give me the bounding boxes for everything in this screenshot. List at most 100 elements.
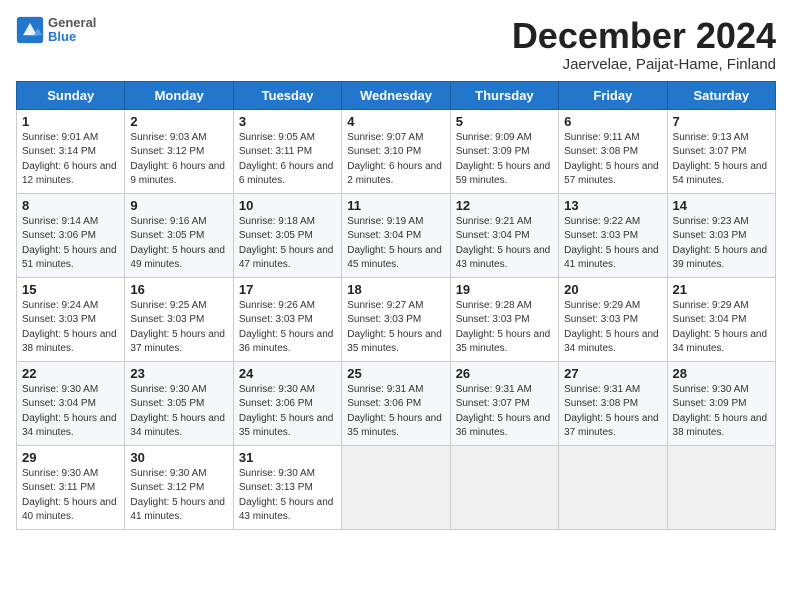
day-number: 19 [456, 282, 553, 297]
day-number: 10 [239, 198, 336, 213]
day-number: 28 [673, 366, 770, 381]
calendar-cell: 11Sunrise: 9:19 AMSunset: 3:04 PMDayligh… [342, 193, 450, 277]
week-row-3: 15 Sunrise: 9:24 AMSunset: 3:03 PMDayligh… [17, 277, 776, 361]
calendar-cell: 12Sunrise: 9:21 AMSunset: 3:04 PMDayligh… [450, 193, 558, 277]
day-info: Sunrise: 9:30 AMSunset: 3:11 PMDaylight:… [22, 467, 119, 525]
calendar-cell: 29 Sunrise: 9:30 AMSunset: 3:11 PMDayligh… [17, 445, 125, 529]
day-info: Sunrise: 9:24 AMSunset: 3:03 PMDaylight:… [22, 299, 119, 357]
week-row-4: 22Sunrise: 9:30 AMSunset: 3:04 PMDayligh… [17, 361, 776, 445]
day-info: Sunrise: 9:03 AMSunset: 3:12 PMDaylight:… [130, 131, 227, 189]
calendar-cell: 22Sunrise: 9:30 AMSunset: 3:04 PMDayligh… [17, 361, 125, 445]
calendar-cell: 7 Sunrise: 9:13 AMSunset: 3:07 PMDaylight… [667, 109, 775, 193]
day-info: Sunrise: 9:30 AMSunset: 3:13 PMDaylight:… [239, 467, 336, 525]
week-row-5: 29 Sunrise: 9:30 AMSunset: 3:11 PMDayligh… [17, 445, 776, 529]
day-info: Sunrise: 9:30 AMSunset: 3:06 PMDaylight:… [239, 383, 336, 441]
calendar-cell: 3 Sunrise: 9:05 AMSunset: 3:11 PMDaylight… [233, 109, 341, 193]
calendar-cell: 23 Sunrise: 9:30 AMSunset: 3:05 PMDayligh… [125, 361, 233, 445]
day-info: Sunrise: 9:30 AMSunset: 3:09 PMDaylight:… [673, 383, 770, 441]
calendar-cell [450, 445, 558, 529]
calendar-cell: 14 Sunrise: 9:23 AMSunset: 3:03 PMDayligh… [667, 193, 775, 277]
calendar-cell: 17Sunrise: 9:26 AMSunset: 3:03 PMDayligh… [233, 277, 341, 361]
day-number: 3 [239, 114, 336, 129]
day-header-tuesday: Tuesday [233, 81, 341, 109]
day-number: 24 [239, 366, 336, 381]
calendar-cell: 20 Sunrise: 9:29 AMSunset: 3:03 PMDayligh… [559, 277, 667, 361]
calendar-cell: 13 Sunrise: 9:22 AMSunset: 3:03 PMDayligh… [559, 193, 667, 277]
calendar-table: SundayMondayTuesdayWednesdayThursdayFrid… [16, 81, 776, 530]
calendar-cell: 16Sunrise: 9:25 AMSunset: 3:03 PMDayligh… [125, 277, 233, 361]
day-header-friday: Friday [559, 81, 667, 109]
page-header: General Blue December 2024 Jaervelae, Pa… [16, 16, 776, 73]
day-header-monday: Monday [125, 81, 233, 109]
day-info: Sunrise: 9:30 AMSunset: 3:05 PMDaylight:… [130, 383, 227, 441]
logo: General Blue [16, 16, 96, 45]
calendar-cell: 15 Sunrise: 9:24 AMSunset: 3:03 PMDayligh… [17, 277, 125, 361]
day-number: 25 [347, 366, 444, 381]
day-number: 29 [22, 450, 119, 465]
day-number: 6 [564, 114, 661, 129]
day-info: Sunrise: 9:16 AMSunset: 3:05 PMDaylight:… [130, 215, 227, 273]
day-info: Sunrise: 9:05 AMSunset: 3:11 PMDaylight:… [239, 131, 336, 189]
day-number: 15 [22, 282, 119, 297]
day-info: Sunrise: 9:27 AMSunset: 3:03 PMDaylight:… [347, 299, 444, 357]
day-number: 30 [130, 450, 227, 465]
day-number: 23 [130, 366, 227, 381]
day-number: 11 [347, 198, 444, 213]
day-info: Sunrise: 9:22 AMSunset: 3:03 PMDaylight:… [564, 215, 661, 273]
calendar-cell: 31 Sunrise: 9:30 AMSunset: 3:13 PMDayligh… [233, 445, 341, 529]
day-info: Sunrise: 9:07 AMSunset: 3:10 PMDaylight:… [347, 131, 444, 189]
calendar-cell: 2Sunrise: 9:03 AMSunset: 3:12 PMDaylight… [125, 109, 233, 193]
subtitle: Jaervelae, Paijat-Hame, Finland [512, 56, 776, 73]
calendar-cell: 19Sunrise: 9:28 AMSunset: 3:03 PMDayligh… [450, 277, 558, 361]
day-header-sunday: Sunday [17, 81, 125, 109]
day-number: 20 [564, 282, 661, 297]
calendar-cell: 18 Sunrise: 9:27 AMSunset: 3:03 PMDayligh… [342, 277, 450, 361]
days-header-row: SundayMondayTuesdayWednesdayThursdayFrid… [17, 81, 776, 109]
calendar-cell [667, 445, 775, 529]
day-number: 21 [673, 282, 770, 297]
title-block: December 2024 Jaervelae, Paijat-Hame, Fi… [512, 16, 776, 73]
calendar-cell: 26 Sunrise: 9:31 AMSunset: 3:07 PMDayligh… [450, 361, 558, 445]
day-number: 31 [239, 450, 336, 465]
day-info: Sunrise: 9:21 AMSunset: 3:04 PMDaylight:… [456, 215, 553, 273]
day-info: Sunrise: 9:11 AMSunset: 3:08 PMDaylight:… [564, 131, 661, 189]
calendar-cell: 9 Sunrise: 9:16 AMSunset: 3:05 PMDaylight… [125, 193, 233, 277]
day-number: 1 [22, 114, 119, 129]
day-info: Sunrise: 9:13 AMSunset: 3:07 PMDaylight:… [673, 131, 770, 189]
day-number: 18 [347, 282, 444, 297]
calendar-cell: 21Sunrise: 9:29 AMSunset: 3:04 PMDayligh… [667, 277, 775, 361]
day-info: Sunrise: 9:30 AMSunset: 3:12 PMDaylight:… [130, 467, 227, 525]
day-info: Sunrise: 9:01 AMSunset: 3:14 PMDaylight:… [22, 131, 119, 189]
day-header-thursday: Thursday [450, 81, 558, 109]
calendar-cell: 10 Sunrise: 9:18 AMSunset: 3:05 PMDayligh… [233, 193, 341, 277]
calendar-cell: 6 Sunrise: 9:11 AMSunset: 3:08 PMDaylight… [559, 109, 667, 193]
calendar-cell: 4 Sunrise: 9:07 AMSunset: 3:10 PMDaylight… [342, 109, 450, 193]
day-number: 9 [130, 198, 227, 213]
calendar-cell: 30 Sunrise: 9:30 AMSunset: 3:12 PMDayligh… [125, 445, 233, 529]
day-info: Sunrise: 9:29 AMSunset: 3:03 PMDaylight:… [564, 299, 661, 357]
day-header-wednesday: Wednesday [342, 81, 450, 109]
logo-blue: Blue [48, 30, 96, 44]
day-number: 26 [456, 366, 553, 381]
day-info: Sunrise: 9:14 AMSunset: 3:06 PMDaylight:… [22, 215, 119, 273]
day-number: 27 [564, 366, 661, 381]
day-info: Sunrise: 9:31 AMSunset: 3:07 PMDaylight:… [456, 383, 553, 441]
calendar-cell [342, 445, 450, 529]
main-title: December 2024 [512, 16, 776, 56]
day-info: Sunrise: 9:09 AMSunset: 3:09 PMDaylight:… [456, 131, 553, 189]
day-number: 8 [22, 198, 119, 213]
week-row-2: 8 Sunrise: 9:14 AMSunset: 3:06 PMDaylight… [17, 193, 776, 277]
day-number: 4 [347, 114, 444, 129]
day-info: Sunrise: 9:18 AMSunset: 3:05 PMDaylight:… [239, 215, 336, 273]
day-info: Sunrise: 9:31 AMSunset: 3:08 PMDaylight:… [564, 383, 661, 441]
day-info: Sunrise: 9:31 AMSunset: 3:06 PMDaylight:… [347, 383, 444, 441]
day-number: 7 [673, 114, 770, 129]
calendar-cell: 8 Sunrise: 9:14 AMSunset: 3:06 PMDaylight… [17, 193, 125, 277]
day-info: Sunrise: 9:23 AMSunset: 3:03 PMDaylight:… [673, 215, 770, 273]
day-number: 14 [673, 198, 770, 213]
day-number: 22 [22, 366, 119, 381]
day-number: 13 [564, 198, 661, 213]
logo-icon [16, 16, 44, 44]
week-row-1: 1 Sunrise: 9:01 AMSunset: 3:14 PMDaylight… [17, 109, 776, 193]
calendar-cell: 27 Sunrise: 9:31 AMSunset: 3:08 PMDayligh… [559, 361, 667, 445]
